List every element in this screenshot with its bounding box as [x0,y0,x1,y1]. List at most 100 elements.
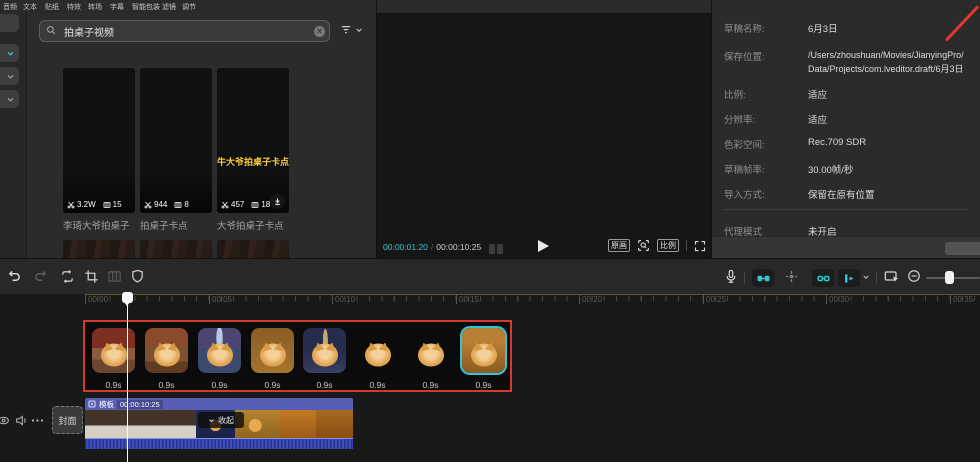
mask-shield-icon[interactable] [130,269,145,284]
cat-face-graphic [312,344,338,367]
template-slot-clip[interactable]: 0.9s [145,328,188,390]
zoom-out-icon[interactable] [907,269,921,283]
template-slot-clip[interactable]: 0.9s [92,328,135,390]
clip-duration: 0.9s [145,380,188,390]
template-slot-clip[interactable]: 0.9s [251,328,294,390]
download-button[interactable] [270,194,285,209]
footer-button[interactable] [945,242,980,255]
sidebar-category-button[interactable] [0,44,19,62]
resolution-value[interactable]: 适应 [808,112,827,126]
menu-item-smart-pack[interactable]: 智能包装 [132,2,160,12]
replace-icon[interactable] [60,269,75,284]
range-select-icon[interactable] [884,269,900,284]
crop-icon[interactable] [84,269,99,284]
undo-button[interactable] [7,269,22,284]
draft-settings-panel: 草稿名称: 6月3日 保存位置: /Users/zhoushuan/Movies… [712,13,980,258]
frame-preview-icon [489,244,503,254]
setting-label: 保存位置: [724,49,765,63]
video-editor-window: 音频 文本 贴纸 特效 转场 字幕 智能包装 滤镜 调节 [0,0,980,462]
template-icon [88,400,96,408]
menu-item-captions[interactable]: 字幕 [110,2,124,12]
search-input[interactable] [39,20,330,42]
menu-item-adjust[interactable]: 调节 [182,2,196,12]
template-slot-clip[interactable]: 0.9s [303,328,346,390]
template-audio-waveform[interactable] [85,438,353,449]
clip-thumbnail [251,328,294,373]
template-slot-clip[interactable]: 0.9s [356,328,399,390]
redo-button[interactable] [33,269,48,284]
zoom-slider-handle[interactable] [945,271,954,284]
sidebar-category-button[interactable] [0,14,19,32]
media-result-card[interactable]: 3.2W 15 [63,68,135,213]
clip-count: 8 [184,200,188,209]
clear-search-icon[interactable]: ✕ [314,26,325,37]
frame-rate-value[interactable]: 30.00帧/秒 [808,162,853,176]
clip-duration: 0.9s [92,380,135,390]
divider [744,272,745,284]
video-preview[interactable] [470,28,622,228]
fit-zoom-icon[interactable] [637,239,650,252]
snap-toggle[interactable] [752,269,774,287]
ratio-button[interactable]: 比例 [657,239,679,252]
filmstrip-frame [159,410,196,438]
chevron-down-icon [6,95,15,104]
playhead-line [127,292,128,462]
panel-divider [711,0,712,13]
media-result-card[interactable] [140,240,212,258]
sidebar-category-button[interactable] [0,90,19,108]
play-button[interactable] [538,240,549,252]
media-stats: 3.2W 15 [67,200,122,209]
filter-icon [340,24,352,36]
current-time: 00:00:01:20 [383,242,428,252]
cat-face-graphic [207,344,233,367]
template-track-label: 模板 [99,399,114,410]
ratio-value[interactable]: 适应 [808,87,827,101]
preview-axis-toggle[interactable] [838,269,860,287]
template-slot-clip[interactable]: 0.9s [409,328,452,390]
media-result-card[interactable] [217,240,289,258]
link-toggle[interactable] [812,269,834,287]
media-library-panel: ✕ 3.2W 15 944 8 [0,13,376,258]
proxy-mode-value[interactable]: 未开启 [808,224,837,238]
menu-item-sticker[interactable]: 贴纸 [45,2,59,12]
clip-count: 15 [113,200,122,209]
menu-item-effects[interactable]: 特效 [67,2,81,12]
ruler-timestamp: 00:30 [826,295,849,304]
media-result-card[interactable]: 944 8 [140,68,212,213]
menu-item-audio[interactable]: 音频 [3,2,17,12]
color-space-value[interactable]: Rec.709 SDR [808,137,866,148]
template-track-header[interactable]: 模板 00:00:10:25 [85,398,353,410]
microphone-icon[interactable] [724,269,738,285]
grid-icon[interactable] [107,269,122,284]
media-result-card[interactable] [63,240,135,258]
template-slot-clip[interactable]: 0.9s [198,328,241,390]
media-result-card[interactable]: 牛大爷拍桌子卡点 457 18 [217,68,289,213]
chevron-down-icon [6,49,15,58]
menu-item-filters[interactable]: 滤镜 [162,2,176,12]
usage-count-icon [144,201,152,209]
chevron-down-icon[interactable] [862,273,870,281]
playhead-handle[interactable] [122,292,133,303]
settings-footer [712,237,980,258]
menu-item-transition[interactable]: 转场 [88,2,102,12]
clip-count: 18 [261,200,270,209]
clip-thumbnail [356,328,399,373]
track-visibility-icon[interactable] [0,414,10,427]
clip-count-icon [103,201,111,209]
template-slot-clip-selected[interactable]: 0.9s [462,328,505,390]
save-path-line1: /Users/zhoushuan/Movies/JianyingPro/ [808,49,980,63]
fullscreen-icon[interactable] [694,240,706,252]
media-stats: 457 18 [221,200,270,209]
more-options-icon[interactable] [31,419,44,422]
cover-button[interactable]: 封面 [52,406,83,434]
preview-controls: 原画 比例 [608,239,706,252]
filter-control[interactable] [340,24,363,36]
menu-item-text[interactable]: 文本 [23,2,37,12]
sidebar-category-button[interactable] [0,67,19,85]
track-audio-icon[interactable] [15,414,28,427]
collapse-button[interactable]: 收起 [198,412,244,428]
linkage-icon[interactable] [784,269,799,284]
import-mode-value[interactable]: 保留在原有位置 [808,187,875,201]
clip-duration: 0.9s [303,380,346,390]
original-quality-button[interactable]: 原画 [608,239,630,252]
